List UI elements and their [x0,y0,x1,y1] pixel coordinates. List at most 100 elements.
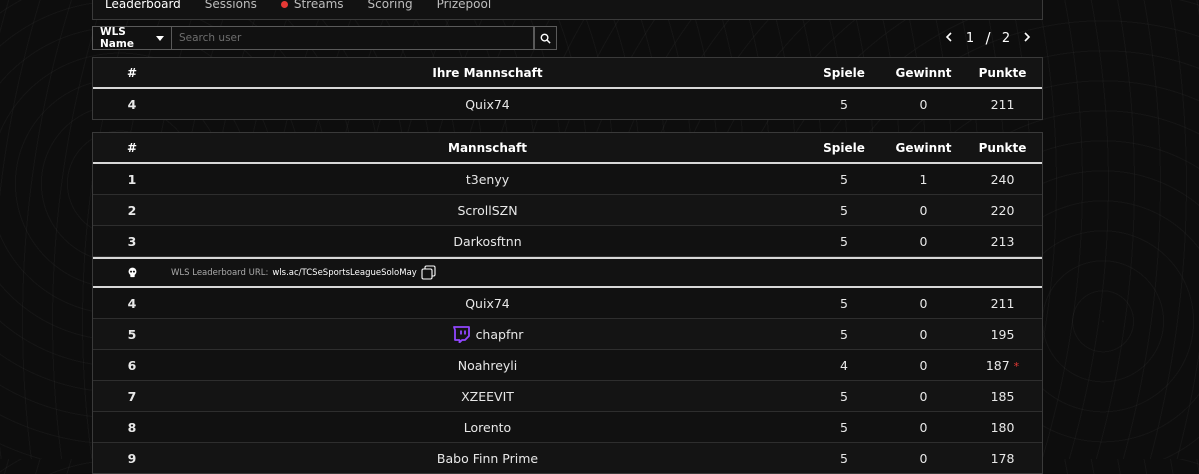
tab-prizepool[interactable]: Prizepool [437,0,492,19]
select-label: WLS Name [100,26,134,50]
search-button[interactable] [534,26,557,50]
leaderboard-url-banner: WLS Leaderboard URL: wls.ac/TCSeSportsLe… [93,257,1042,288]
team-name: Lorento [463,419,512,435]
name-type-select[interactable]: WLS Name [92,26,172,50]
rank-cell: 4 [127,295,137,311]
team-name: Babo Finn Prime [436,450,539,466]
tab-bar: Leaderboard Sessions Streams Scoring Pri… [92,0,1043,20]
page-separator: / [985,29,991,47]
table-header: # Ihre Mannschaft Spiele Gewinnt Punkte [93,58,1042,89]
tab-label: Leaderboard [105,0,181,11]
table-row[interactable]: 1 t3enyy 5 1 240 [93,164,1042,195]
wins-cell: 0 [919,419,928,435]
twitch-icon[interactable] [452,325,470,343]
col-wins: Gewinnt [895,140,952,155]
team-name: XZEEVIT [461,388,514,404]
table-row[interactable]: 5 chapfnr 5 0 195 [93,319,1042,350]
rank-cell: 5 [127,326,137,342]
col-points: Punkte [978,65,1027,80]
points-cell: 240 [990,171,1015,187]
total-pages[interactable]: 2 [994,31,1018,46]
team-cell: Lorento [171,420,804,435]
rank-cell: 8 [127,419,137,435]
points-cell: 185 [990,388,1015,404]
points-cell: 211 [990,96,1015,112]
team-cell: Babo Finn Prime [171,451,804,466]
rank-cell: 2 [127,202,137,218]
points-cell: 187 * [963,358,1042,373]
wins-cell: 0 [919,233,928,249]
points-cell: 180 [990,419,1015,435]
current-page[interactable]: 1 [958,31,982,46]
pagination: 1 / 2 [940,28,1036,48]
wins-cell: 1 [919,171,928,187]
points-cell: 178 [990,450,1015,466]
games-cell: 5 [840,96,848,112]
url-label: WLS Leaderboard URL: [171,267,269,278]
caret-down-icon [156,35,164,41]
team-cell: ScrollSZN [457,202,518,218]
table-row[interactable]: 7 XZEEVIT 5 0 185 [93,381,1042,412]
table-row[interactable]: 2 ScrollSZN 5 0 220 [93,195,1042,226]
col-team: Ihre Mannschaft [432,65,543,80]
tab-sessions[interactable]: Sessions [205,0,257,19]
team-name: Quix74 [465,295,510,311]
col-points: Punkte [978,140,1027,155]
rank-cell: 9 [127,450,137,466]
table-row[interactable]: 6 Noahreyli 4 0 187 * [93,350,1042,381]
search-input[interactable] [172,26,534,50]
team-cell: Noahreyli [171,358,804,373]
prev-page-button[interactable] [940,31,958,46]
points-value: 187 [985,357,1010,373]
tab-leaderboard[interactable]: Leaderboard [105,0,181,19]
tab-scoring[interactable]: Scoring [368,0,413,19]
leaderboard-url-link[interactable]: wls.ac/TCSeSportsLeagueSoloMay [272,268,416,278]
copy-url-button[interactable] [421,265,436,280]
tab-label: Scoring [367,0,413,11]
points-cell: 195 [990,326,1015,342]
chevron-left-icon [945,31,952,42]
team-cell: XZEEVIT [171,389,804,404]
wins-cell: 0 [919,326,928,342]
table-row[interactable]: 4 Quix74 5 0 211 [93,288,1042,319]
games-cell: 5 [840,326,848,342]
table-row[interactable]: 8 Lorento 5 0 180 [93,412,1042,443]
wins-cell: 0 [919,202,928,218]
table-row[interactable]: 3 Darkosftnn 5 0 213 [93,226,1042,257]
team-name: chapfnr [475,326,524,342]
col-team: Mannschaft [448,140,527,155]
col-rank: # [126,140,138,155]
team-cell: Quix74 [171,296,804,311]
rank-cell: 3 [127,233,137,249]
tab-label: Prizepool [436,0,492,11]
skull-icon-cell [93,267,171,278]
games-cell: 5 [840,295,848,311]
rank-cell: 6 [127,357,137,373]
table-row[interactable]: 4 Quix74 5 0 211 [93,89,1042,119]
team-cell: Quix74 [465,96,510,112]
chevron-right-icon [1024,31,1031,42]
team-cell: chapfnr [171,325,804,343]
col-rank: # [126,65,138,80]
table-header: # Mannschaft Spiele Gewinnt Punkte [93,133,1042,164]
table-row[interactable]: 9 Babo Finn Prime 5 0 178 [93,443,1042,473]
flag-asterisk: * [1013,359,1020,373]
live-dot-icon [280,0,288,8]
games-cell: 5 [840,419,848,435]
filter-bar: WLS Name [92,26,557,50]
wins-cell: 0 [919,388,928,404]
wins-cell: 0 [919,96,928,112]
tab-label: Sessions [204,0,257,11]
points-cell: 213 [990,233,1015,249]
url-text: WLS Leaderboard URL: wls.ac/TCSeSportsLe… [171,265,436,280]
next-page-button[interactable] [1018,31,1036,46]
wins-cell: 0 [919,357,928,373]
games-cell: 5 [840,450,848,466]
tab-streams[interactable]: Streams [280,0,344,19]
wins-cell: 0 [919,450,928,466]
skull-icon [128,267,136,278]
col-wins: Gewinnt [895,65,952,80]
team-cell: t3enyy [465,171,510,187]
my-team-table: # Ihre Mannschaft Spiele Gewinnt Punkte … [92,57,1043,120]
team-name: Noahreyli [457,357,518,373]
